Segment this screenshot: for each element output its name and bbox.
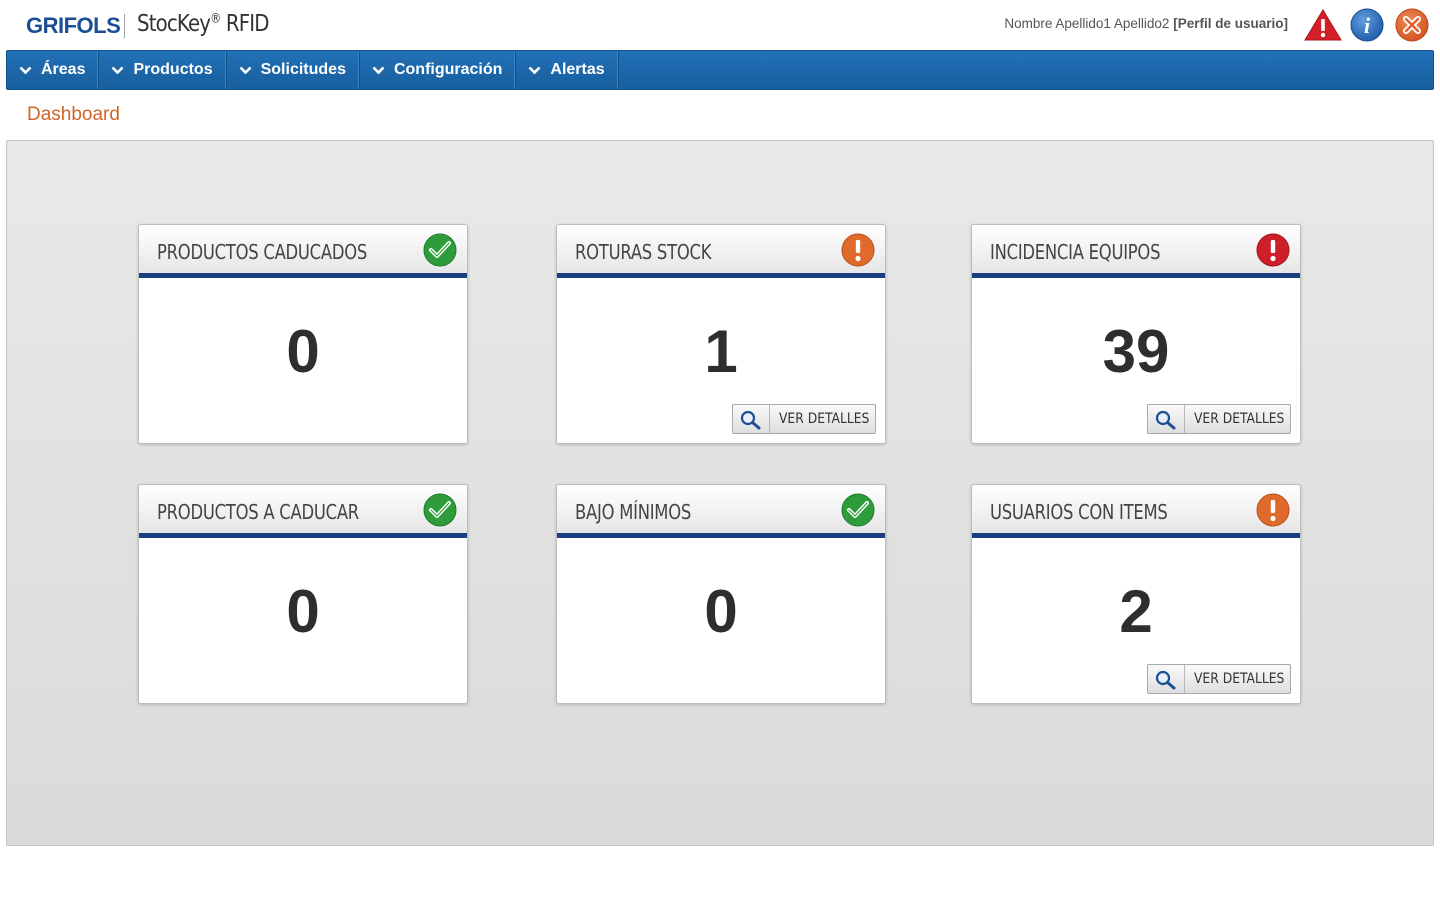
card-header: ROTURAS STOCK	[557, 225, 885, 278]
ver-detalles-button[interactable]: VER DETALLES	[732, 404, 876, 434]
app-title-suffix: RFID	[220, 11, 270, 37]
card-value: 2	[1119, 578, 1153, 645]
card-productos-caducados: PRODUCTOS CADUCADOS 0	[138, 224, 468, 444]
svg-text:i: i	[1364, 13, 1371, 38]
button-label: VER DETALLES	[1194, 411, 1285, 427]
card-title: USUARIOS CON ITEMS	[990, 500, 1168, 524]
warning-icon[interactable]	[1304, 8, 1342, 42]
logout-icon[interactable]	[1395, 8, 1429, 42]
exclamation-icon	[841, 233, 875, 267]
card-title: BAJO MÍNIMOS	[575, 500, 692, 524]
nav-item-configuracion[interactable]: Configuración	[360, 51, 517, 89]
card-title: PRODUCTOS A CADUCAR	[157, 500, 359, 524]
card-header: PRODUCTOS CADUCADOS	[139, 225, 467, 278]
chevron-down-icon	[19, 66, 32, 74]
button-label: VER DETALLES	[1194, 671, 1285, 687]
ver-detalles-button[interactable]: VER DETALLES	[1147, 404, 1291, 434]
chevron-down-icon	[112, 66, 124, 74]
card-incidencia-equipos: INCIDENCIA EQUIPOS 39 VER DETALLES	[971, 224, 1301, 444]
card-productos-a-caducar: PRODUCTOS A CADUCAR 0	[138, 484, 468, 704]
check-icon	[841, 493, 875, 527]
nav-item-label: Áreas	[41, 61, 86, 78]
logo-divider	[124, 14, 125, 38]
nav-item-label: Solicitudes	[260, 61, 346, 78]
card-header: INCIDENCIA EQUIPOS	[972, 225, 1300, 278]
card-header: PRODUCTOS A CADUCAR	[139, 485, 467, 538]
card-value: 0	[704, 578, 738, 645]
nav-item-solicitudes[interactable]: Solicitudes	[227, 51, 360, 89]
user-profile-link[interactable]: [Perfil de usuario]	[1173, 16, 1288, 31]
card-bajo-minimos: BAJO MÍNIMOS 0	[556, 484, 886, 704]
info-icon[interactable]: i	[1350, 8, 1384, 42]
app-title-name: StocKey	[137, 11, 211, 37]
ver-detalles-button[interactable]: VER DETALLES	[1147, 664, 1291, 694]
check-icon	[423, 493, 457, 527]
chevron-down-icon	[528, 66, 541, 74]
main-nav: Áreas Productos Solicitudes Configuració…	[6, 50, 1434, 90]
card-roturas-stock: ROTURAS STOCK 1 VER DETALLES	[556, 224, 886, 444]
card-value: 0	[286, 578, 320, 645]
user-name: Nombre Apellido1 Apellido2	[1004, 16, 1170, 31]
card-title: ROTURAS STOCK	[575, 240, 712, 264]
card-header: USUARIOS CON ITEMS	[972, 485, 1300, 538]
chevron-down-icon	[372, 66, 385, 74]
nav-item-label: Productos	[133, 61, 213, 78]
nav-item-label: Alertas	[550, 61, 605, 78]
check-icon	[423, 233, 457, 267]
card-value: 1	[704, 318, 738, 385]
app-header: GRIFOLS StocKey® RFID Nombre Apellido1 A…	[0, 0, 1440, 50]
card-value: 0	[286, 318, 320, 385]
search-icon	[1148, 405, 1185, 433]
card-title: PRODUCTOS CADUCADOS	[157, 240, 368, 264]
card-usuarios-con-items: USUARIOS CON ITEMS 2 VER DETALLES	[971, 484, 1301, 704]
brand-logo[interactable]: GRIFOLS	[26, 13, 121, 39]
card-value: 39	[1102, 318, 1170, 385]
chevron-down-icon	[239, 66, 252, 74]
nav-item-productos[interactable]: Productos	[99, 51, 227, 89]
card-title: INCIDENCIA EQUIPOS	[990, 240, 1161, 264]
user-info: Nombre Apellido1 Apellido2 [Perfil de us…	[1004, 16, 1288, 31]
button-label: VER DETALLES	[779, 411, 870, 427]
breadcrumb-dashboard[interactable]: Dashboard	[27, 104, 120, 126]
app-title-mark: ®	[210, 11, 221, 27]
nav-item-areas[interactable]: Áreas	[7, 51, 100, 89]
exclamation-icon	[1256, 493, 1290, 527]
search-icon	[733, 405, 770, 433]
dashboard-panel: PRODUCTOS CADUCADOS 0 ROTURAS STOCK 1 VE…	[6, 140, 1434, 846]
search-icon	[1148, 665, 1185, 693]
exclamation-icon	[1256, 233, 1290, 267]
app-title: StocKey® RFID	[137, 11, 269, 37]
nav-item-label: Configuración	[393, 61, 503, 78]
card-header: BAJO MÍNIMOS	[557, 485, 885, 538]
nav-item-alertas[interactable]: Alertas	[516, 51, 619, 89]
